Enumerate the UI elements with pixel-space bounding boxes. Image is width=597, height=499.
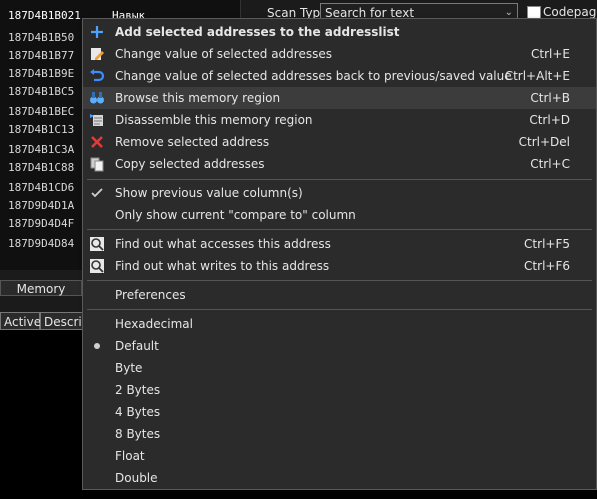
menu-item-label: Change value of selected addresses bbox=[115, 47, 332, 61]
plus-icon bbox=[91, 26, 103, 38]
menu-item-display-8-bytes[interactable]: 8 Bytes bbox=[83, 423, 596, 445]
magnifier-icon bbox=[90, 259, 104, 273]
address-text: 187D4B1C13 bbox=[8, 123, 75, 136]
menu-item-label: Find out what writes to this address bbox=[115, 259, 330, 273]
menu-item-shortcut: Ctrl+D bbox=[529, 113, 570, 127]
menu-item-find-writes[interactable]: Find out what writes to this address Ctr… bbox=[83, 255, 596, 277]
menu-item-display-byte[interactable]: Byte bbox=[83, 357, 596, 379]
disassemble-icon bbox=[90, 114, 103, 126]
menu-item-shortcut: Ctrl+C bbox=[530, 157, 570, 171]
menu-item-label: Default bbox=[115, 339, 159, 353]
menu-item-display-double[interactable]: Double bbox=[83, 467, 596, 489]
binoculars-icon bbox=[90, 92, 104, 104]
menu-item-change-value[interactable]: Change value of selected addresses Ctrl+… bbox=[83, 43, 596, 65]
column-description[interactable]: Descrip bbox=[40, 312, 89, 330]
address-row[interactable]: 187D9D4D84 bbox=[8, 235, 74, 253]
address-text: 187D4B1B9E bbox=[8, 67, 75, 80]
address-row[interactable]: 187D4B1C88 bbox=[8, 159, 74, 177]
address-text: 187D4B1B50 bbox=[8, 31, 75, 44]
address-text: 187D4B1C88 bbox=[8, 161, 75, 174]
address-row[interactable]: 187D4B1B50 bbox=[8, 29, 74, 47]
menu-item-label: 2 Bytes bbox=[115, 383, 161, 397]
menu-item-hexadecimal[interactable]: Hexadecimal bbox=[83, 313, 596, 335]
menu-separator bbox=[87, 179, 592, 180]
menu-item-label: Copy selected addresses bbox=[115, 157, 265, 171]
menu-item-label: 8 Bytes bbox=[115, 427, 161, 441]
address-text: 187D4B1C3A bbox=[8, 143, 75, 156]
address-text: 187D4B1CD6 bbox=[8, 181, 75, 194]
magnifier-icon bbox=[90, 237, 104, 251]
menu-item-shortcut: Ctrl+Del bbox=[518, 135, 570, 149]
menu-separator bbox=[87, 309, 592, 310]
address-row[interactable]: 187D4B1CD6 bbox=[8, 179, 74, 197]
address-row[interactable]: 187D4B1C3A bbox=[8, 141, 74, 159]
address-text: 187D9D4D84 bbox=[8, 237, 75, 250]
address-text: 187D9D4D4F bbox=[8, 217, 75, 230]
context-menu: Add selected addresses to the addresslis… bbox=[82, 18, 597, 490]
menu-item-label: Preferences bbox=[115, 288, 186, 302]
menu-separator bbox=[87, 229, 592, 230]
menu-item-add-to-addresslist[interactable]: Add selected addresses to the addresslis… bbox=[83, 21, 596, 43]
menu-item-label: Hexadecimal bbox=[115, 317, 193, 331]
menu-item-shortcut: Ctrl+F5 bbox=[524, 237, 570, 251]
menu-item-label: Byte bbox=[115, 361, 143, 375]
menu-item-label: Browse this memory region bbox=[115, 91, 281, 105]
memory-view-label: Memory bbox=[16, 282, 66, 296]
menu-item-display-4-bytes[interactable]: 4 Bytes bbox=[83, 401, 596, 423]
menu-item-label: Add selected addresses to the addresslis… bbox=[115, 25, 400, 39]
address-row[interactable]: 187D4B1B77 bbox=[8, 47, 74, 65]
copy-icon bbox=[90, 157, 104, 172]
menu-item-label: Float bbox=[115, 449, 145, 463]
menu-item-find-accesses[interactable]: Find out what accesses this address Ctrl… bbox=[83, 233, 596, 255]
menu-item-display-2-bytes[interactable]: 2 Bytes bbox=[83, 379, 596, 401]
menu-item-label: 4 Bytes bbox=[115, 405, 161, 419]
menu-item-display-default[interactable]: Default bbox=[83, 335, 596, 357]
address-row[interactable]: 187D4B1BC5 bbox=[8, 83, 74, 101]
memory-view-button[interactable]: Memory bbox=[0, 280, 82, 296]
menu-item-copy-addresses[interactable]: Copy selected addresses Ctrl+C bbox=[83, 153, 596, 175]
menu-item-label: Disassemble this memory region bbox=[115, 113, 313, 127]
radio-dot-icon bbox=[94, 343, 100, 349]
menu-separator bbox=[87, 280, 592, 281]
menu-item-show-previous-value[interactable]: Show previous value column(s) bbox=[83, 182, 596, 204]
menu-item-label: Find out what accesses this address bbox=[115, 237, 331, 251]
address-text: 187D9D4D1A bbox=[8, 199, 75, 212]
menu-item-label: Show previous value column(s) bbox=[115, 186, 303, 200]
menu-item-shortcut: Ctrl+F6 bbox=[524, 259, 570, 273]
address-row[interactable]: 187D4B1BEC bbox=[8, 103, 74, 121]
menu-item-shortcut: Ctrl+E bbox=[531, 47, 570, 61]
check-icon bbox=[91, 188, 103, 198]
column-label: Active bbox=[4, 315, 42, 329]
menu-item-revert-value[interactable]: Change value of selected addresses back … bbox=[83, 65, 596, 87]
edit-icon bbox=[91, 48, 104, 60]
menu-item-disassemble[interactable]: Disassemble this memory region Ctrl+D bbox=[83, 109, 596, 131]
codepage-label: Codepage bbox=[543, 5, 597, 19]
address-row[interactable]: 187D4B1B9E bbox=[8, 65, 74, 83]
menu-item-display-float[interactable]: Float bbox=[83, 445, 596, 467]
menu-item-shortcut: Ctrl+Alt+E bbox=[504, 69, 570, 83]
address-text: 187D4B1B77 bbox=[8, 49, 75, 62]
menu-item-compare-to-column[interactable]: Only show current "compare to" column bbox=[83, 204, 596, 226]
undo-icon bbox=[90, 69, 105, 82]
address-row[interactable]: 187D4B1B021 Навык bbox=[4, 7, 186, 27]
address-text: 187D4B1B021 bbox=[8, 9, 81, 22]
address-text: 187D4B1BEC bbox=[8, 105, 75, 118]
menu-item-preferences[interactable]: Preferences bbox=[83, 284, 596, 306]
menu-item-shortcut: Ctrl+B bbox=[530, 91, 570, 105]
menu-item-label: Double bbox=[115, 471, 158, 485]
menu-item-label: Remove selected address bbox=[115, 135, 270, 149]
column-active[interactable]: Active bbox=[0, 312, 42, 330]
menu-item-remove-address[interactable]: Remove selected address Ctrl+Del bbox=[83, 131, 596, 153]
remove-icon bbox=[91, 136, 103, 148]
menu-item-label: Only show current "compare to" column bbox=[115, 208, 356, 222]
address-row[interactable]: 187D4B1C13 bbox=[8, 121, 74, 139]
address-text: 187D4B1BC5 bbox=[8, 85, 75, 98]
menu-item-browse-memory[interactable]: Browse this memory region Ctrl+B bbox=[83, 87, 596, 109]
menu-item-label: Change value of selected addresses back … bbox=[115, 69, 512, 83]
address-row[interactable]: 187D9D4D4F bbox=[8, 215, 74, 233]
address-row[interactable]: 187D9D4D1A bbox=[8, 197, 74, 215]
